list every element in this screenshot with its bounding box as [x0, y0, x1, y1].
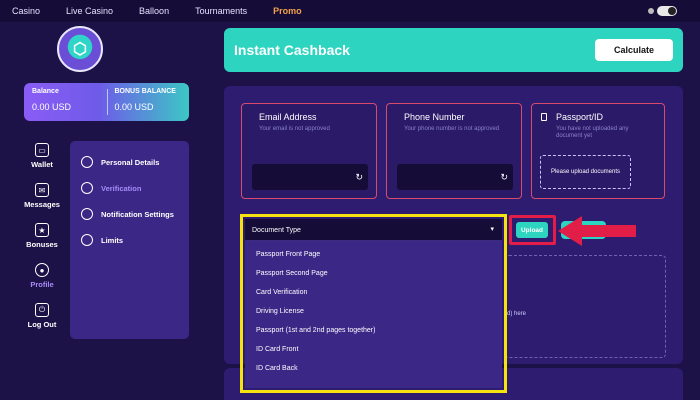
nav-casino[interactable]: Casino [12, 6, 40, 16]
menu-item-personal-details[interactable]: Personal Details [70, 149, 189, 175]
upload-documents-box[interactable]: Please upload documents [540, 155, 631, 189]
phone-card: Phone Number Your phone number is not ap… [386, 103, 522, 199]
limits-icon [81, 234, 93, 246]
upload-hint: d) here [507, 311, 527, 317]
document-icon [541, 113, 547, 121]
menu-item-label: Verification [101, 183, 142, 193]
menu-item-label: Limits [101, 235, 124, 245]
bonus-balance-value: 0.00 USD [114, 102, 154, 112]
menu-item-limits[interactable]: Limits [70, 227, 189, 253]
sidebar-item-messages[interactable]: ✉ Messages [20, 183, 64, 223]
option-passport-both-pages[interactable]: Passport (1st and 2nd pages together) [245, 321, 502, 340]
menu-item-notification-settings[interactable]: Notification Settings [70, 201, 189, 227]
sidebar-item-label: Profile [30, 280, 54, 289]
sidebar-item-label: Wallet [31, 160, 53, 169]
bonus-balance-label: BONUS BALANCE [114, 88, 176, 95]
bell-icon [81, 208, 93, 220]
verification-icon [81, 182, 93, 194]
sidebar-item-wallet[interactable]: ▭ Wallet [20, 143, 64, 183]
option-id-card-back[interactable]: ID Card Back [245, 359, 502, 378]
bonus-icon: ★ [35, 223, 49, 237]
sidebar-item-label: Bonuses [26, 240, 58, 249]
menu-item-label: Notification Settings [101, 209, 174, 219]
cashback-banner: Instant Cashback Calculate [224, 28, 683, 72]
sidebar-item-logout[interactable]: ⏻ Log Out [20, 303, 64, 343]
option-id-card-front[interactable]: ID Card Front [245, 340, 502, 359]
balance-column: Balance 0.00 USD [24, 83, 107, 121]
passport-title: Passport/ID [556, 112, 604, 122]
nav-promo[interactable]: Promo [273, 6, 302, 16]
wallet-icon: ▭ [35, 143, 49, 157]
upload-button[interactable]: Upload [516, 222, 548, 238]
nav-balloon[interactable]: Balloon [139, 6, 169, 16]
option-card-verification[interactable]: Card Verification [245, 283, 502, 302]
logout-icon: ⏻ [35, 303, 49, 317]
refresh-icon[interactable]: ↻ [355, 172, 363, 183]
menu-item-label: Personal Details [101, 157, 160, 167]
sidebar-item-label: Log Out [27, 320, 57, 329]
passport-card: Passport/ID You have not uploaded any do… [531, 103, 665, 199]
email-title: Email Address [259, 112, 317, 122]
red-arrow-icon [558, 216, 636, 246]
nav-tournaments[interactable]: Tournaments [195, 6, 247, 16]
side-nav: ▭ Wallet ✉ Messages ★ Bonuses ● Profile … [20, 143, 64, 343]
phone-title: Phone Number [404, 112, 465, 122]
option-driving-license[interactable]: Driving License [245, 302, 502, 321]
sun-icon [648, 8, 654, 14]
cashback-title: Instant Cashback [234, 42, 350, 58]
document-type-dropdown: Passport Front Page Passport Second Page… [245, 241, 502, 388]
caret-down-icon: ▾ [490, 226, 494, 233]
user-icon [81, 156, 93, 168]
sidebar-item-bonuses[interactable]: ★ Bonuses [20, 223, 64, 263]
balance-label: Balance [32, 88, 59, 95]
upload-drop-area[interactable] [505, 255, 666, 358]
refresh-icon[interactable]: ↻ [500, 172, 508, 183]
balance-card: Balance 0.00 USD BONUS BALANCE 0.00 USD [24, 83, 189, 121]
document-type-label: Document Type [252, 227, 301, 234]
menu-item-verification[interactable]: Verification [70, 175, 189, 201]
document-type-select[interactable]: Document Type ▾ [245, 219, 502, 241]
messages-icon: ✉ [35, 183, 49, 197]
theme-toggle[interactable] [648, 5, 686, 17]
phone-field[interactable]: ↻ [397, 164, 513, 190]
passport-status: You have not uploaded any document yet [556, 126, 629, 139]
calculate-button[interactable]: Calculate [595, 39, 673, 61]
top-nav: Casino Live Casino Balloon Tournaments P… [0, 0, 700, 22]
option-passport-front[interactable]: Passport Front Page [245, 245, 502, 264]
email-field[interactable]: ↻ [252, 164, 368, 190]
nav-live-casino[interactable]: Live Casino [66, 6, 113, 16]
site-logo[interactable]: ⬡ [57, 26, 103, 72]
logo-mark-icon: ⬡ [73, 41, 87, 58]
profile-menu: Personal Details Verification Notificati… [70, 141, 189, 339]
toggle-switch-icon [657, 6, 677, 16]
email-card: Email Address Your email is not approved… [241, 103, 377, 199]
sidebar-item-profile[interactable]: ● Profile [20, 263, 64, 303]
profile-icon: ● [35, 263, 49, 277]
phone-status: Your phone number is not approved [404, 126, 500, 132]
option-passport-second[interactable]: Passport Second Page [245, 264, 502, 283]
sidebar-item-label: Messages [24, 200, 60, 209]
balance-value: 0.00 USD [32, 102, 72, 112]
bonus-balance-column: BONUS BALANCE 0.00 USD [106, 83, 190, 121]
email-status: Your email is not approved [259, 126, 330, 132]
